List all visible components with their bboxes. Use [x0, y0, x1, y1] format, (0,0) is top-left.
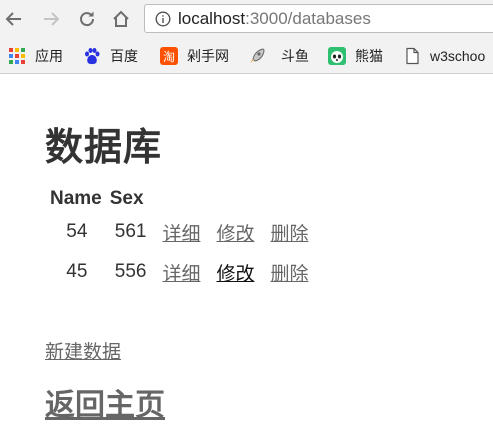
- column-header-name: Name: [50, 188, 102, 209]
- edit-link[interactable]: 修改: [216, 264, 254, 285]
- cell-name: 45: [66, 261, 88, 282]
- rocket-icon: [250, 48, 265, 63]
- arrow-left-icon: [5, 12, 21, 26]
- bookmark-apps[interactable]: 应用: [8, 45, 63, 67]
- database-table: Name Sex 54 561 详细 修改 删除 45 556 详细 修改 删除: [47, 186, 317, 292]
- back-button[interactable]: [1, 6, 27, 32]
- back-home-link[interactable]: 返回主页: [45, 380, 165, 424]
- panda-icon: [328, 47, 346, 65]
- home-button[interactable]: [108, 6, 134, 32]
- bookmark-rocket[interactable]: [248, 45, 275, 67]
- table-row: 54 561 详细 修改 删除: [47, 212, 317, 252]
- bookmark-duoshou[interactable]: 淘 剁手网: [160, 45, 229, 67]
- bookmark-w3schools[interactable]: w3schoo: [403, 45, 485, 67]
- detail-link[interactable]: 详细: [162, 264, 200, 285]
- table-header-row: Name Sex: [47, 186, 317, 212]
- forward-button[interactable]: [38, 6, 64, 32]
- reload-icon: [80, 11, 95, 27]
- page-icon: [406, 47, 419, 65]
- baidu-paw-icon: [85, 48, 100, 65]
- bookmarks-bar: 应用 百度 淘 剁手网 斗鱼 熊猫 w3schoo: [0, 40, 493, 70]
- cell-name: 54: [66, 221, 88, 242]
- bookmark-label: 百度: [110, 48, 138, 64]
- bookmark-label: 斗鱼: [281, 48, 309, 64]
- reload-button[interactable]: [74, 6, 100, 32]
- url-text: localhost:3000/databases: [178, 9, 371, 29]
- column-header-actions: [154, 186, 208, 212]
- info-icon: [155, 11, 171, 27]
- bookmark-douyu[interactable]: 斗鱼: [281, 45, 309, 67]
- column-header-actions: [208, 186, 262, 212]
- cell-sex: 561: [114, 221, 147, 242]
- detail-link[interactable]: 详细: [162, 224, 200, 245]
- delete-link[interactable]: 删除: [270, 224, 308, 245]
- column-header-actions: [262, 186, 316, 212]
- bookmark-label: 剁手网: [187, 48, 229, 64]
- url-host: localhost: [178, 9, 246, 28]
- delete-link[interactable]: 删除: [270, 264, 308, 285]
- edit-link[interactable]: 修改: [216, 224, 254, 245]
- table-row: 45 556 详细 修改 删除: [47, 252, 317, 292]
- bookmark-panda[interactable]: 熊猫: [328, 45, 383, 67]
- browser-chrome: localhost:3000/databases 应用 百度 淘 剁手网 斗鱼 …: [0, 0, 493, 74]
- arrow-right-icon: [44, 12, 60, 26]
- url-path: :3000/databases: [245, 9, 371, 28]
- address-bar[interactable]: localhost:3000/databases: [144, 4, 493, 33]
- apps-grid-icon: [9, 48, 25, 64]
- column-header-sex: Sex: [109, 188, 144, 209]
- taobao-icon: 淘: [160, 47, 178, 65]
- bookmark-label: w3schoo: [430, 48, 486, 64]
- page-title: 数据库: [45, 127, 163, 169]
- bookmark-label: 应用: [35, 48, 63, 64]
- cell-sex: 556: [114, 261, 147, 282]
- new-data-link[interactable]: 新建数据: [45, 337, 121, 364]
- svg-text:淘: 淘: [163, 50, 175, 64]
- bookmark-label: 熊猫: [355, 48, 383, 64]
- bookmark-baidu[interactable]: 百度: [83, 45, 138, 67]
- home-icon: [113, 10, 129, 27]
